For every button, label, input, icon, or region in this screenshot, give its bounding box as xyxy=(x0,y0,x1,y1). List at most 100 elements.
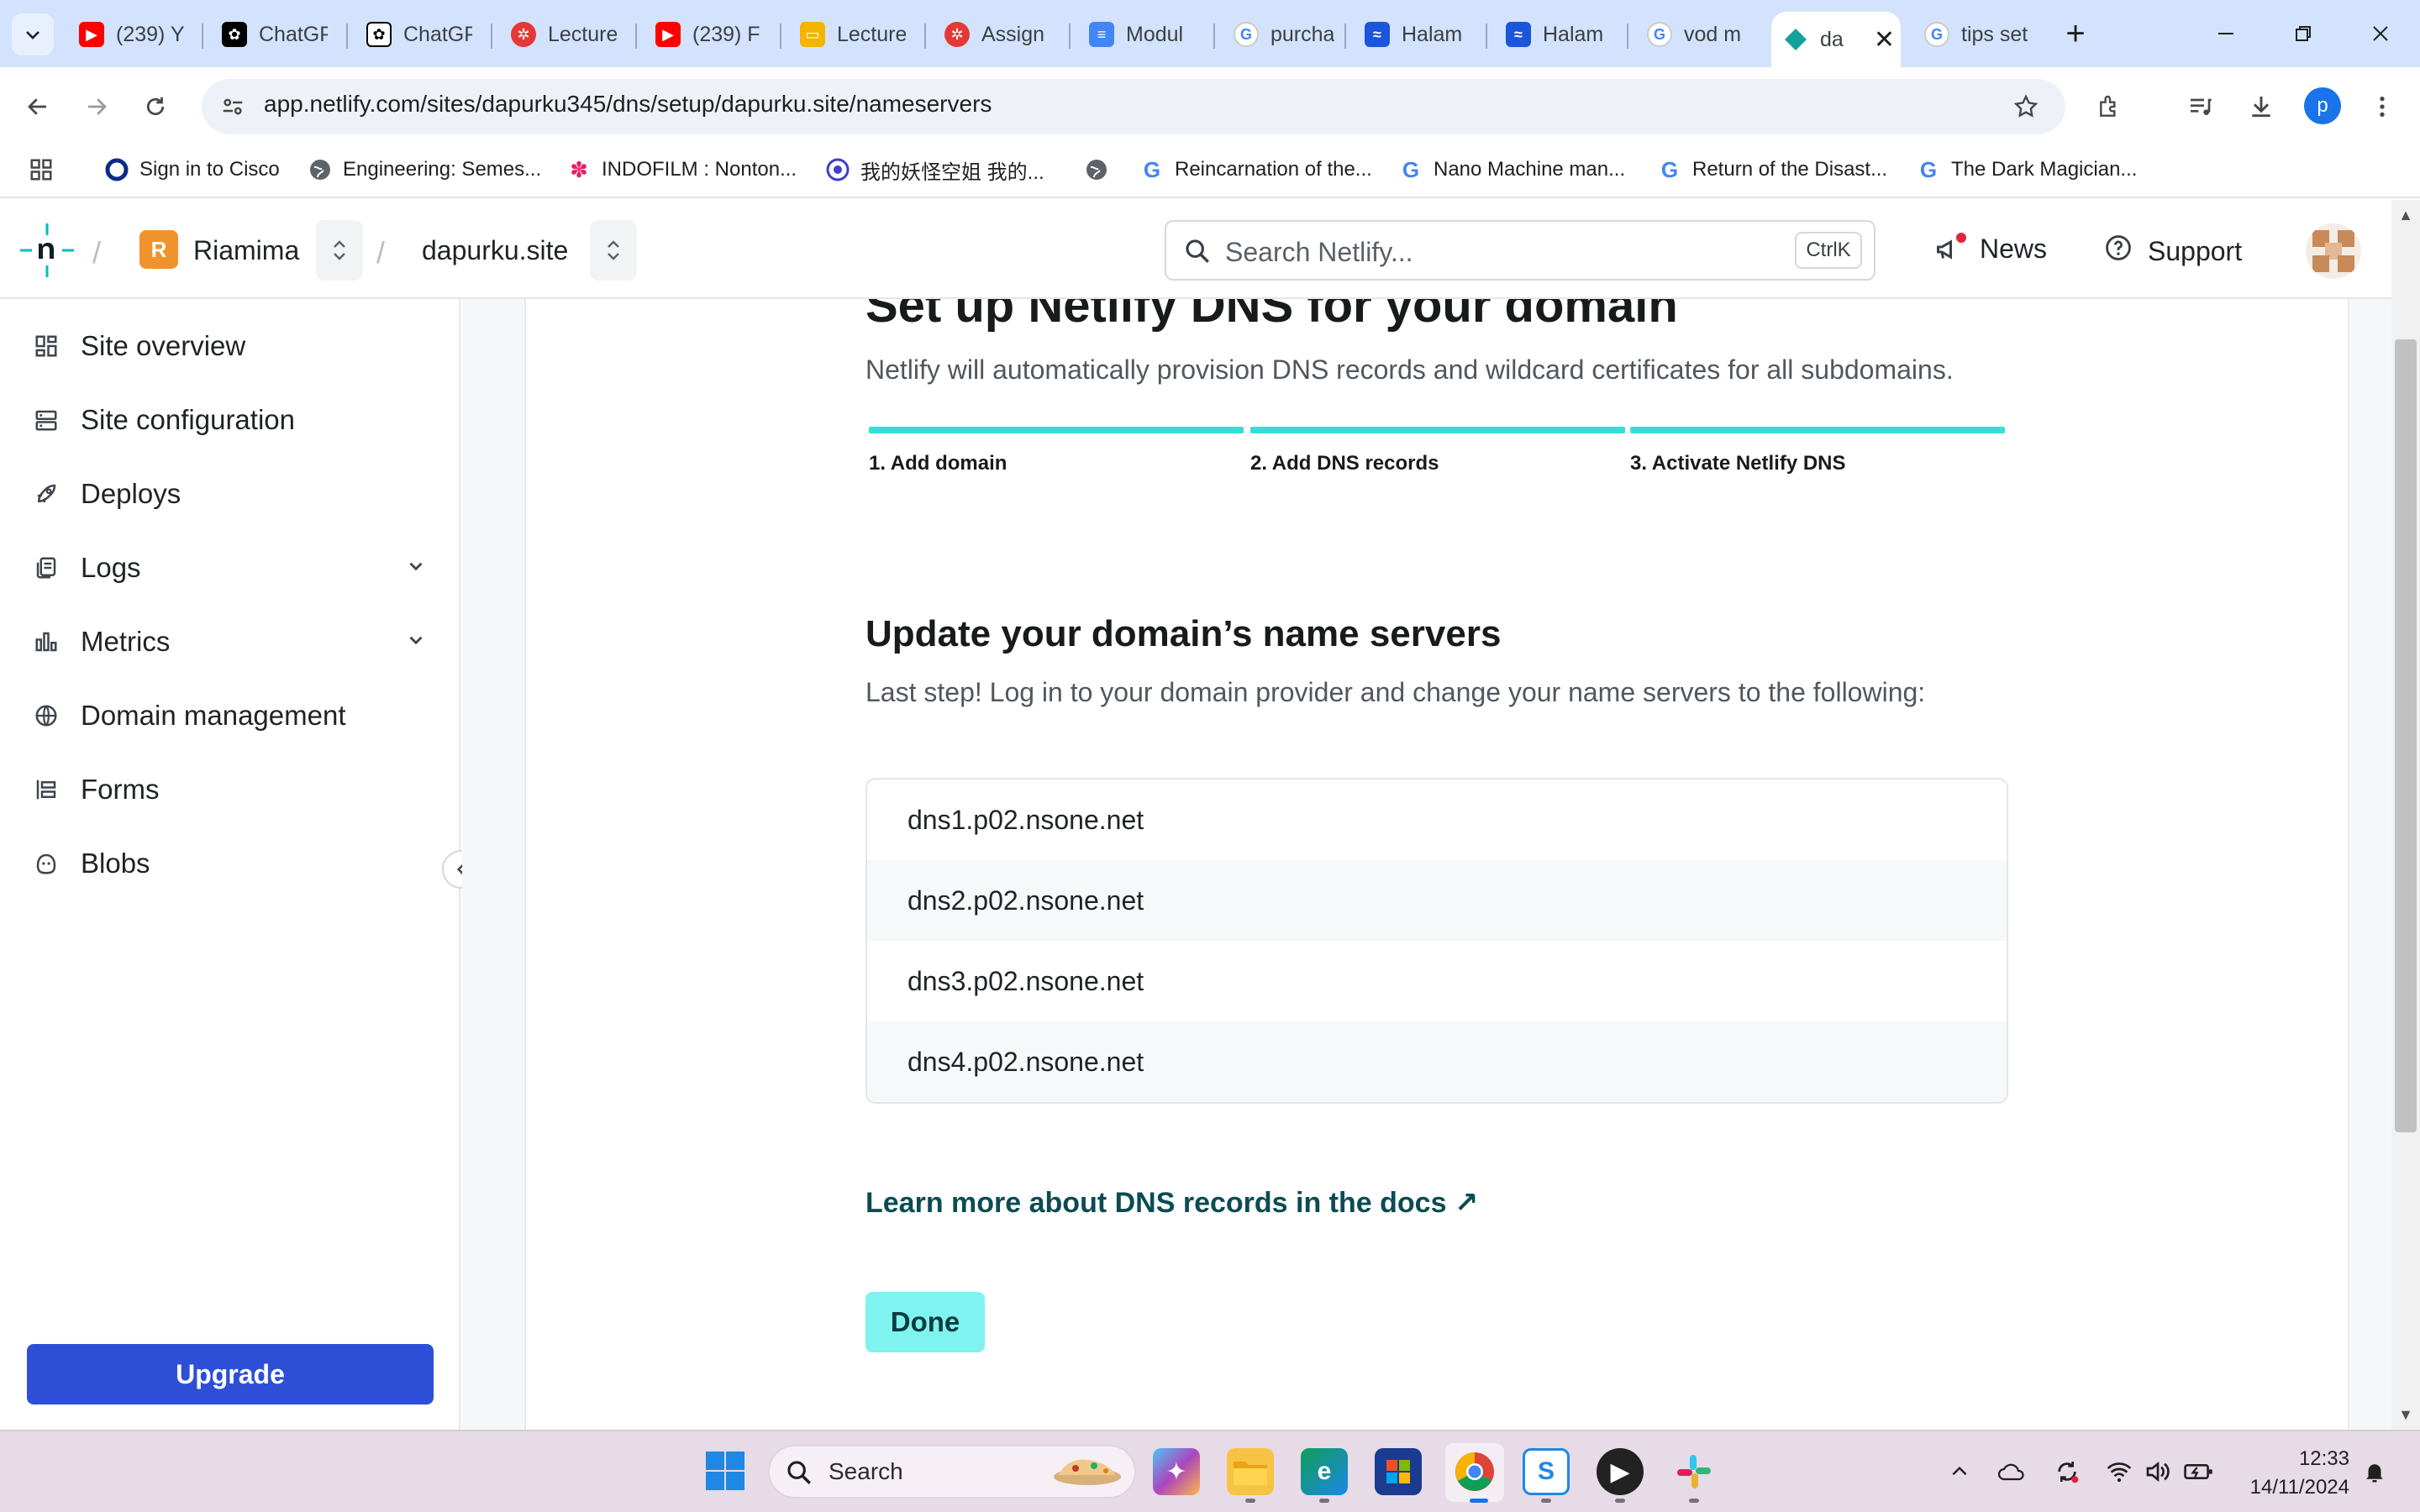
profile-avatar[interactable]: p xyxy=(2304,87,2341,124)
search-highlight-image xyxy=(1047,1452,1128,1490)
news-button[interactable]: News xyxy=(1934,232,2047,265)
security-app-icon[interactable]: S xyxy=(1523,1448,1570,1495)
sidebar-item-logs[interactable]: Logs xyxy=(32,543,427,593)
bookmark-item[interactable]: Engineering: Semes... xyxy=(308,151,541,188)
scroll-up-icon[interactable]: ▲ xyxy=(2396,207,2415,223)
apps-button[interactable] xyxy=(29,151,54,188)
tab-title: purcha xyxy=(1270,22,1335,46)
minimize-button[interactable] xyxy=(2188,8,2264,59)
nameserver-row[interactable]: dns2.p02.nsone.net xyxy=(867,860,2007,941)
bookmark-label: Engineering: Semes... xyxy=(343,158,542,181)
sidebar-item-metrics[interactable]: Metrics xyxy=(32,617,427,667)
media-player-icon[interactable]: ▶ xyxy=(1597,1448,1644,1495)
battery-icon[interactable] xyxy=(2183,1457,2213,1487)
sidebar-item-label: Logs xyxy=(81,552,141,583)
browser-tab[interactable]: ≈ Halam xyxy=(1353,12,1487,57)
done-button[interactable]: Done xyxy=(865,1292,985,1352)
sidebar-item-label: Blobs xyxy=(81,848,150,879)
sync-icon[interactable] xyxy=(2052,1457,2082,1487)
copilot-icon[interactable]: ✦ xyxy=(1153,1448,1200,1495)
bookmark-item[interactable]: ✽ INDOFILM : Nonton... xyxy=(566,151,797,188)
sidebar-item-blobs[interactable]: Blobs xyxy=(32,838,427,889)
url-text[interactable]: app.netlify.com/sites/dapurku345/dns/set… xyxy=(264,91,992,118)
sidebar-item-deploys[interactable]: Deploys xyxy=(32,469,427,519)
restore-button[interactable] xyxy=(2265,8,2341,59)
browser-tab[interactable]: G vod m xyxy=(1635,12,1770,57)
back-button[interactable] xyxy=(17,86,59,128)
sidebar-item-domain-management[interactable]: Domain management xyxy=(32,690,427,741)
kebab-menu-icon xyxy=(2380,97,2385,117)
learn-more-dns-link[interactable]: Learn more about DNS records in the docs… xyxy=(865,1186,1478,1220)
scroll-down-icon[interactable]: ▼ xyxy=(2396,1406,2415,1423)
team-switcher-button[interactable] xyxy=(316,220,363,281)
chevron-down-icon[interactable] xyxy=(405,626,427,658)
browser-tab[interactable]: G purcha xyxy=(1222,12,1356,57)
show-hidden-icons-button[interactable] xyxy=(1944,1457,1975,1487)
bookmark-item[interactable]: G The Dark Magician... xyxy=(1916,151,2138,188)
media-control-button[interactable] xyxy=(2178,84,2223,129)
file-explorer-icon[interactable] xyxy=(1227,1448,1274,1495)
browser-tab[interactable]: ✲ Assign xyxy=(933,12,1067,57)
sidebar-item-site-overview[interactable]: Site overview xyxy=(32,321,427,371)
bookmark-item[interactable]: G Nano Machine man... xyxy=(1398,151,1625,188)
browser-tab[interactable]: ✿ ChatGP xyxy=(210,12,345,57)
nameserver-row[interactable]: dns3.p02.nsone.net xyxy=(867,941,2007,1021)
nameserver-row[interactable]: dns4.p02.nsone.net xyxy=(867,1021,2007,1102)
windows-start-button[interactable] xyxy=(704,1450,746,1492)
browser-tab[interactable]: ▭ Lecture xyxy=(788,12,923,57)
onedrive-icon[interactable] xyxy=(1996,1457,2027,1487)
bookmark-item[interactable]: G Return of the Disast... xyxy=(1657,151,1887,188)
site-switcher-button[interactable] xyxy=(590,220,637,281)
nameserver-row[interactable]: dns1.p02.nsone.net xyxy=(867,780,2007,860)
bookmark-item[interactable]: G Reincarnation of the... xyxy=(1139,151,1372,188)
sidebar-item-forms[interactable]: Forms xyxy=(32,764,427,815)
store-icon[interactable] xyxy=(1375,1448,1422,1495)
sidebar-item-site-configuration[interactable]: Site configuration xyxy=(32,395,427,445)
bookmark-item[interactable]: 我的妖怪空姐 我的... xyxy=(825,151,1044,188)
system-clock[interactable]: 12:33 14/11/2024 xyxy=(2240,1445,2349,1502)
globe-icon xyxy=(32,701,60,730)
site-info-icon[interactable] xyxy=(217,91,249,123)
bookmark-star-button[interactable] xyxy=(2003,84,2049,129)
bookmark-item[interactable] xyxy=(1084,151,1119,188)
scrollbar-thumb[interactable] xyxy=(2395,339,2417,1132)
breadcrumb-separator: / xyxy=(92,235,102,270)
user-avatar[interactable] xyxy=(2306,223,2361,279)
team-name[interactable]: Riamima xyxy=(193,235,299,266)
step-progress-bar xyxy=(1630,427,2005,433)
site-name[interactable]: dapurku.site xyxy=(422,235,568,266)
close-window-button[interactable] xyxy=(2343,8,2418,59)
search-icon xyxy=(785,1458,813,1487)
wave-icon: ≈ xyxy=(1506,22,1531,47)
browser-menu-button[interactable] xyxy=(2360,84,2405,129)
browser-tab[interactable]: ≈ Halam xyxy=(1494,12,1628,57)
bookmark-label: The Dark Magician... xyxy=(1951,158,2138,181)
browser-tab[interactable]: ≡ Modul xyxy=(1077,12,1212,57)
browser-tab-active[interactable]: da ✕ xyxy=(1771,12,1901,67)
edge-icon[interactable]: e xyxy=(1301,1448,1348,1495)
slack-icon[interactable] xyxy=(1670,1448,1718,1495)
browser-tab[interactable]: ✲ Lecture xyxy=(499,12,634,57)
wifi-icon[interactable] xyxy=(2104,1457,2134,1487)
close-icon[interactable]: ✕ xyxy=(1874,25,1895,55)
browser-tab[interactable]: G tips set xyxy=(1912,12,2047,57)
extensions-button[interactable] xyxy=(2087,84,2133,129)
reload-button[interactable] xyxy=(134,86,176,128)
downloads-button[interactable] xyxy=(2238,84,2284,129)
breadcrumb-separator: / xyxy=(376,235,386,270)
upgrade-button[interactable]: Upgrade xyxy=(27,1344,434,1404)
new-tab-button[interactable]: + xyxy=(2057,15,2094,52)
chevron-down-icon[interactable] xyxy=(405,552,427,584)
support-button[interactable]: Support xyxy=(2104,234,2242,269)
tab-separator xyxy=(1486,24,1487,49)
browser-tab[interactable]: ▶ (239) F xyxy=(644,12,778,57)
volume-icon[interactable] xyxy=(2143,1457,2173,1487)
notification-bell-icon[interactable] xyxy=(2360,1457,2390,1487)
netlify-logo-icon[interactable] xyxy=(18,222,76,279)
tab-search-button[interactable] xyxy=(12,13,54,55)
forward-button[interactable] xyxy=(76,86,118,128)
browser-tab[interactable]: ✿ ChatGP xyxy=(355,12,489,57)
chrome-icon[interactable] xyxy=(1451,1448,1498,1495)
bookmark-item[interactable]: Sign in to Cisco xyxy=(104,151,280,188)
browser-tab[interactable]: ▶ (239) Y xyxy=(67,12,202,57)
